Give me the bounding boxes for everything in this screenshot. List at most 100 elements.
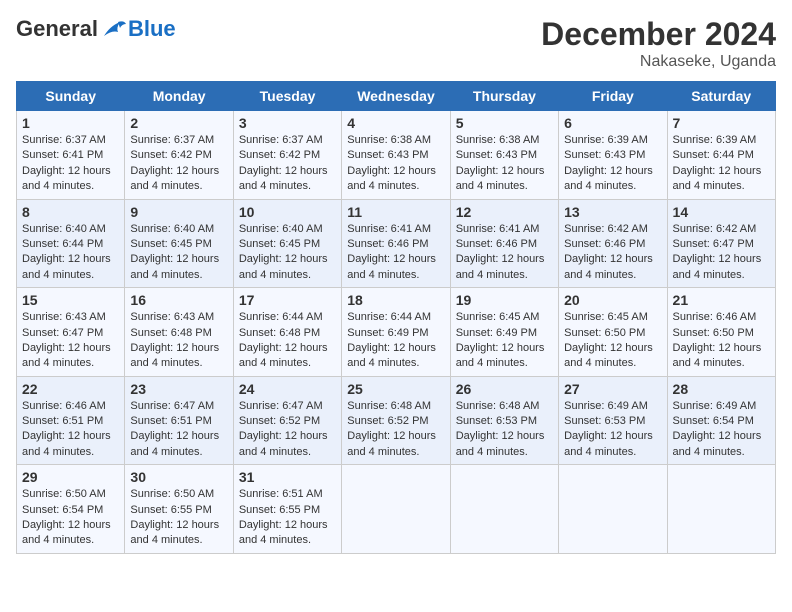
table-row: 29 Sunrise: 6:50 AM Sunset: 6:54 PM Dayl…	[17, 465, 125, 554]
day-info: Sunrise: 6:44 AM Sunset: 6:48 PM Dayligh…	[239, 311, 328, 369]
day-info: Sunrise: 6:40 AM Sunset: 6:44 PM Dayligh…	[22, 223, 111, 281]
logo-blue-text: Blue	[128, 16, 176, 42]
table-row: 26 Sunrise: 6:48 AM Sunset: 6:53 PM Dayl…	[450, 376, 558, 465]
day-number: 1	[22, 115, 119, 131]
logo-bird-icon	[100, 18, 128, 40]
calendar-week-row: 8 Sunrise: 6:40 AM Sunset: 6:44 PM Dayli…	[17, 199, 776, 288]
calendar-header-row: Sunday Monday Tuesday Wednesday Thursday…	[17, 82, 776, 111]
day-info: Sunrise: 6:38 AM Sunset: 6:43 PM Dayligh…	[347, 134, 436, 192]
day-number: 24	[239, 381, 336, 397]
col-friday: Friday	[559, 82, 667, 111]
table-row: 30 Sunrise: 6:50 AM Sunset: 6:55 PM Dayl…	[125, 465, 233, 554]
day-number: 12	[456, 204, 553, 220]
day-number: 16	[130, 292, 227, 308]
table-row	[450, 465, 558, 554]
table-row: 22 Sunrise: 6:46 AM Sunset: 6:51 PM Dayl…	[17, 376, 125, 465]
day-info: Sunrise: 6:40 AM Sunset: 6:45 PM Dayligh…	[130, 223, 219, 281]
table-row: 25 Sunrise: 6:48 AM Sunset: 6:52 PM Dayl…	[342, 376, 450, 465]
table-row: 2 Sunrise: 6:37 AM Sunset: 6:42 PM Dayli…	[125, 111, 233, 200]
logo-general-text: General	[16, 16, 98, 42]
calendar-table: Sunday Monday Tuesday Wednesday Thursday…	[16, 81, 776, 554]
day-number: 31	[239, 469, 336, 485]
calendar-week-row: 1 Sunrise: 6:37 AM Sunset: 6:41 PM Dayli…	[17, 111, 776, 200]
table-row: 28 Sunrise: 6:49 AM Sunset: 6:54 PM Dayl…	[667, 376, 775, 465]
table-row: 8 Sunrise: 6:40 AM Sunset: 6:44 PM Dayli…	[17, 199, 125, 288]
table-row: 6 Sunrise: 6:39 AM Sunset: 6:43 PM Dayli…	[559, 111, 667, 200]
table-row: 20 Sunrise: 6:45 AM Sunset: 6:50 PM Dayl…	[559, 288, 667, 377]
day-info: Sunrise: 6:37 AM Sunset: 6:42 PM Dayligh…	[130, 134, 219, 192]
main-title: December 2024	[541, 16, 776, 53]
day-number: 8	[22, 204, 119, 220]
header: General Blue December 2024 Nakaseke, Uga…	[16, 16, 776, 71]
table-row: 21 Sunrise: 6:46 AM Sunset: 6:50 PM Dayl…	[667, 288, 775, 377]
day-info: Sunrise: 6:50 AM Sunset: 6:55 PM Dayligh…	[130, 488, 219, 546]
table-row	[667, 465, 775, 554]
day-number: 17	[239, 292, 336, 308]
day-number: 14	[673, 204, 770, 220]
table-row: 17 Sunrise: 6:44 AM Sunset: 6:48 PM Dayl…	[233, 288, 341, 377]
day-info: Sunrise: 6:46 AM Sunset: 6:50 PM Dayligh…	[673, 311, 762, 369]
table-row: 3 Sunrise: 6:37 AM Sunset: 6:42 PM Dayli…	[233, 111, 341, 200]
day-number: 28	[673, 381, 770, 397]
col-tuesday: Tuesday	[233, 82, 341, 111]
day-number: 22	[22, 381, 119, 397]
calendar-week-row: 15 Sunrise: 6:43 AM Sunset: 6:47 PM Dayl…	[17, 288, 776, 377]
table-row: 24 Sunrise: 6:47 AM Sunset: 6:52 PM Dayl…	[233, 376, 341, 465]
table-row: 18 Sunrise: 6:44 AM Sunset: 6:49 PM Dayl…	[342, 288, 450, 377]
day-info: Sunrise: 6:42 AM Sunset: 6:47 PM Dayligh…	[673, 223, 762, 281]
day-info: Sunrise: 6:49 AM Sunset: 6:53 PM Dayligh…	[564, 400, 653, 458]
day-number: 27	[564, 381, 661, 397]
day-number: 15	[22, 292, 119, 308]
table-row: 4 Sunrise: 6:38 AM Sunset: 6:43 PM Dayli…	[342, 111, 450, 200]
day-number: 7	[673, 115, 770, 131]
day-info: Sunrise: 6:47 AM Sunset: 6:52 PM Dayligh…	[239, 400, 328, 458]
table-row: 31 Sunrise: 6:51 AM Sunset: 6:55 PM Dayl…	[233, 465, 341, 554]
day-number: 9	[130, 204, 227, 220]
day-number: 11	[347, 204, 444, 220]
day-number: 4	[347, 115, 444, 131]
day-info: Sunrise: 6:50 AM Sunset: 6:54 PM Dayligh…	[22, 488, 111, 546]
day-number: 13	[564, 204, 661, 220]
table-row: 15 Sunrise: 6:43 AM Sunset: 6:47 PM Dayl…	[17, 288, 125, 377]
day-info: Sunrise: 6:41 AM Sunset: 6:46 PM Dayligh…	[456, 223, 545, 281]
day-info: Sunrise: 6:48 AM Sunset: 6:53 PM Dayligh…	[456, 400, 545, 458]
col-saturday: Saturday	[667, 82, 775, 111]
col-thursday: Thursday	[450, 82, 558, 111]
day-info: Sunrise: 6:43 AM Sunset: 6:48 PM Dayligh…	[130, 311, 219, 369]
table-row: 9 Sunrise: 6:40 AM Sunset: 6:45 PM Dayli…	[125, 199, 233, 288]
day-info: Sunrise: 6:39 AM Sunset: 6:43 PM Dayligh…	[564, 134, 653, 192]
day-info: Sunrise: 6:38 AM Sunset: 6:43 PM Dayligh…	[456, 134, 545, 192]
day-info: Sunrise: 6:40 AM Sunset: 6:45 PM Dayligh…	[239, 223, 328, 281]
day-info: Sunrise: 6:48 AM Sunset: 6:52 PM Dayligh…	[347, 400, 436, 458]
day-number: 21	[673, 292, 770, 308]
day-number: 19	[456, 292, 553, 308]
col-monday: Monday	[125, 82, 233, 111]
day-number: 10	[239, 204, 336, 220]
day-info: Sunrise: 6:42 AM Sunset: 6:46 PM Dayligh…	[564, 223, 653, 281]
day-number: 30	[130, 469, 227, 485]
table-row	[342, 465, 450, 554]
table-row	[559, 465, 667, 554]
day-number: 5	[456, 115, 553, 131]
calendar-week-row: 22 Sunrise: 6:46 AM Sunset: 6:51 PM Dayl…	[17, 376, 776, 465]
table-row: 7 Sunrise: 6:39 AM Sunset: 6:44 PM Dayli…	[667, 111, 775, 200]
table-row: 14 Sunrise: 6:42 AM Sunset: 6:47 PM Dayl…	[667, 199, 775, 288]
table-row: 27 Sunrise: 6:49 AM Sunset: 6:53 PM Dayl…	[559, 376, 667, 465]
day-number: 20	[564, 292, 661, 308]
title-area: December 2024 Nakaseke, Uganda	[541, 16, 776, 71]
day-info: Sunrise: 6:44 AM Sunset: 6:49 PM Dayligh…	[347, 311, 436, 369]
table-row: 5 Sunrise: 6:38 AM Sunset: 6:43 PM Dayli…	[450, 111, 558, 200]
subtitle: Nakaseke, Uganda	[541, 53, 776, 71]
calendar-week-row: 29 Sunrise: 6:50 AM Sunset: 6:54 PM Dayl…	[17, 465, 776, 554]
day-info: Sunrise: 6:49 AM Sunset: 6:54 PM Dayligh…	[673, 400, 762, 458]
day-info: Sunrise: 6:47 AM Sunset: 6:51 PM Dayligh…	[130, 400, 219, 458]
day-number: 26	[456, 381, 553, 397]
col-sunday: Sunday	[17, 82, 125, 111]
table-row: 13 Sunrise: 6:42 AM Sunset: 6:46 PM Dayl…	[559, 199, 667, 288]
day-number: 2	[130, 115, 227, 131]
day-number: 6	[564, 115, 661, 131]
day-info: Sunrise: 6:39 AM Sunset: 6:44 PM Dayligh…	[673, 134, 762, 192]
day-number: 3	[239, 115, 336, 131]
day-number: 23	[130, 381, 227, 397]
table-row: 10 Sunrise: 6:40 AM Sunset: 6:45 PM Dayl…	[233, 199, 341, 288]
